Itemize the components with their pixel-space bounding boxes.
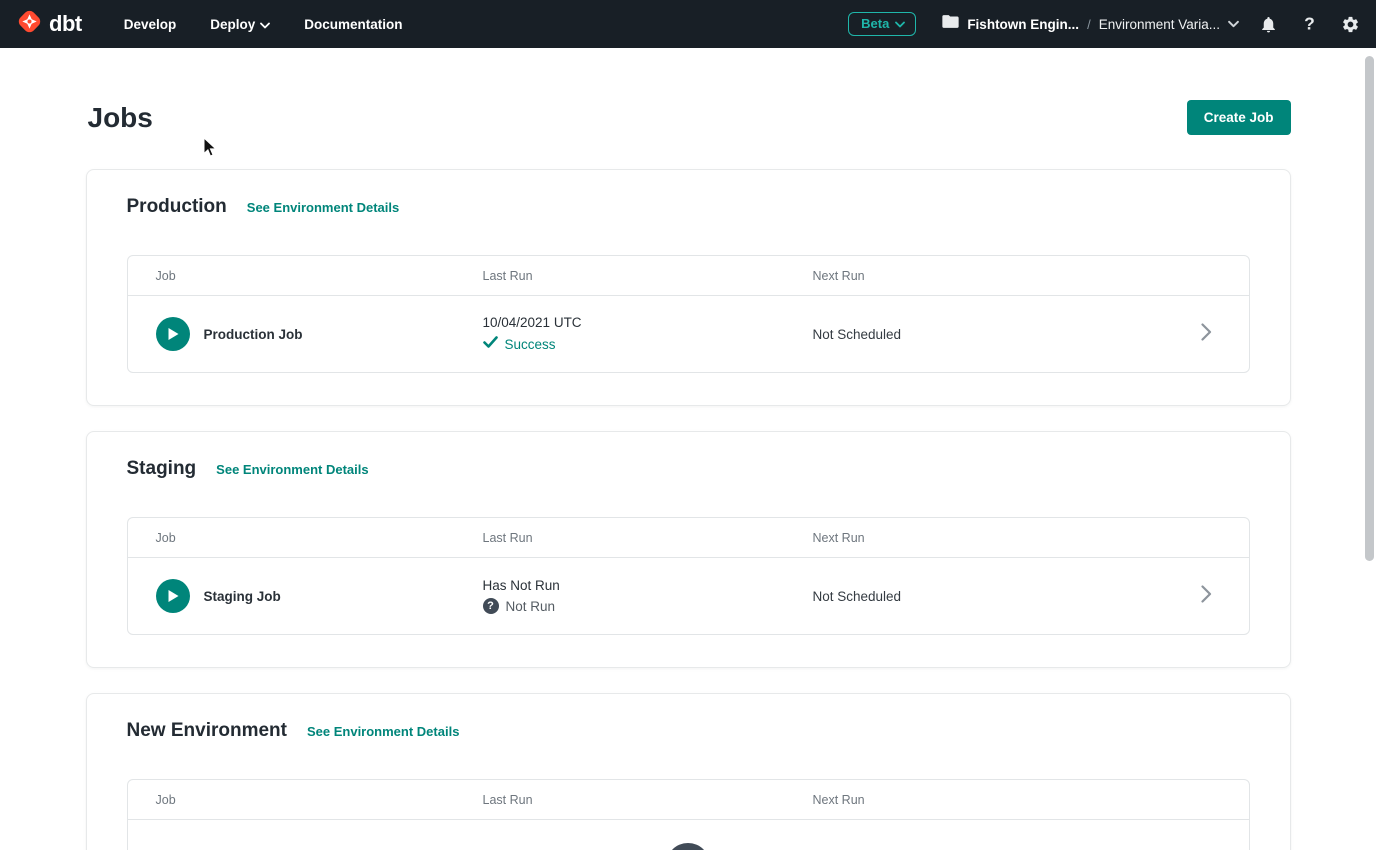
job-name[interactable]: Staging Job — [204, 589, 281, 604]
nav-documentation[interactable]: Documentation — [304, 17, 402, 32]
see-environment-details-link[interactable]: See Environment Details — [247, 200, 399, 215]
dbt-logo-icon — [16, 8, 43, 40]
nav-develop-label: Develop — [124, 17, 177, 32]
question-circle-icon: ? — [666, 843, 710, 850]
last-run-date: 10/04/2021 UTC — [483, 315, 813, 330]
next-run-value: Not Scheduled — [813, 589, 1201, 604]
top-navbar: dbt Develop Deploy Documentation Beta — [0, 0, 1376, 48]
beta-dropdown[interactable]: Beta — [848, 12, 916, 36]
environment-card-production: Production See Environment Details Job L… — [86, 169, 1291, 406]
chevron-right-icon — [1201, 585, 1212, 608]
breadcrumb-page: Environment Varia... — [1099, 17, 1220, 32]
job-name[interactable]: Production Job — [204, 327, 303, 342]
play-icon — [167, 589, 180, 603]
column-header-last-run: Last Run — [483, 269, 813, 283]
column-header-job: Job — [156, 531, 483, 545]
beta-label: Beta — [861, 16, 889, 31]
environment-name: Production — [127, 196, 227, 218]
chevron-right-icon — [1201, 323, 1212, 346]
column-header-next-run: Next Run — [813, 269, 1201, 283]
column-header-job: Job — [156, 269, 483, 283]
jobs-page: Jobs Create Job Production See Environme… — [86, 100, 1291, 850]
bell-icon — [1259, 15, 1278, 34]
jobs-table: Job Last Run Next Run Staging Job Has No… — [127, 517, 1250, 635]
jobs-table: Job Last Run Next Run ? — [127, 779, 1250, 850]
scrollbar-track[interactable] — [1362, 48, 1376, 850]
run-job-button[interactable] — [156, 579, 190, 613]
question-circle-icon: ? — [483, 598, 499, 614]
see-environment-details-link[interactable]: See Environment Details — [307, 724, 459, 739]
row-details-button[interactable] — [1201, 323, 1249, 346]
settings-button[interactable] — [1339, 13, 1362, 36]
nav-documentation-label: Documentation — [304, 17, 402, 32]
run-job-button[interactable] — [156, 317, 190, 351]
brand-text: dbt — [49, 11, 82, 37]
last-run-date: Has Not Run — [483, 578, 813, 593]
job-row[interactable]: Production Job 10/04/2021 UTC Success No… — [128, 296, 1249, 372]
column-header-next-run: Next Run — [813, 531, 1201, 545]
status-badge: Not Run — [506, 599, 556, 614]
job-row[interactable]: Staging Job Has Not Run ? Not Run Not Sc… — [128, 558, 1249, 634]
nav-deploy-label: Deploy — [210, 17, 255, 32]
play-icon — [167, 327, 180, 341]
chevron-down-icon — [260, 17, 270, 32]
environment-card-staging: Staging See Environment Details Job Last… — [86, 431, 1291, 668]
svg-text:?: ? — [1304, 15, 1315, 33]
gear-icon — [1341, 15, 1360, 34]
dbt-logo[interactable]: dbt — [16, 8, 82, 40]
chevron-down-icon — [895, 16, 905, 31]
column-header-last-run: Last Run — [483, 531, 813, 545]
nav-develop[interactable]: Develop — [124, 17, 177, 32]
success-check-icon — [483, 335, 498, 353]
nav-deploy[interactable]: Deploy — [210, 17, 270, 32]
environment-card-new-environment: New Environment See Environment Details … — [86, 693, 1291, 850]
folder-icon — [942, 14, 959, 34]
scrollbar-thumb[interactable] — [1365, 56, 1374, 561]
breadcrumb-separator: / — [1087, 17, 1091, 32]
environment-name: New Environment — [127, 720, 287, 742]
create-job-button[interactable]: Create Job — [1187, 100, 1291, 135]
column-header-last-run: Last Run — [483, 793, 813, 807]
help-button[interactable]: ? — [1298, 13, 1321, 36]
jobs-table: Job Last Run Next Run Production Job 10/… — [127, 255, 1250, 373]
row-details-button[interactable] — [1201, 585, 1249, 608]
see-environment-details-link[interactable]: See Environment Details — [216, 462, 368, 477]
breadcrumb[interactable]: Fishtown Engin... / Environment Varia... — [942, 14, 1239, 34]
column-header-next-run: Next Run — [813, 793, 1201, 807]
next-run-value: Not Scheduled — [813, 327, 1201, 342]
page-title: Jobs — [88, 102, 153, 134]
column-header-job: Job — [156, 793, 483, 807]
question-mark-icon: ? — [1300, 15, 1319, 34]
empty-jobs-state: ? — [128, 820, 1249, 850]
breadcrumb-project: Fishtown Engin... — [967, 17, 1079, 32]
notifications-button[interactable] — [1257, 13, 1280, 36]
main-nav: Develop Deploy Documentation — [124, 17, 403, 32]
environment-name: Staging — [127, 458, 197, 480]
status-badge: Success — [505, 337, 556, 352]
chevron-down-icon — [1228, 15, 1239, 33]
